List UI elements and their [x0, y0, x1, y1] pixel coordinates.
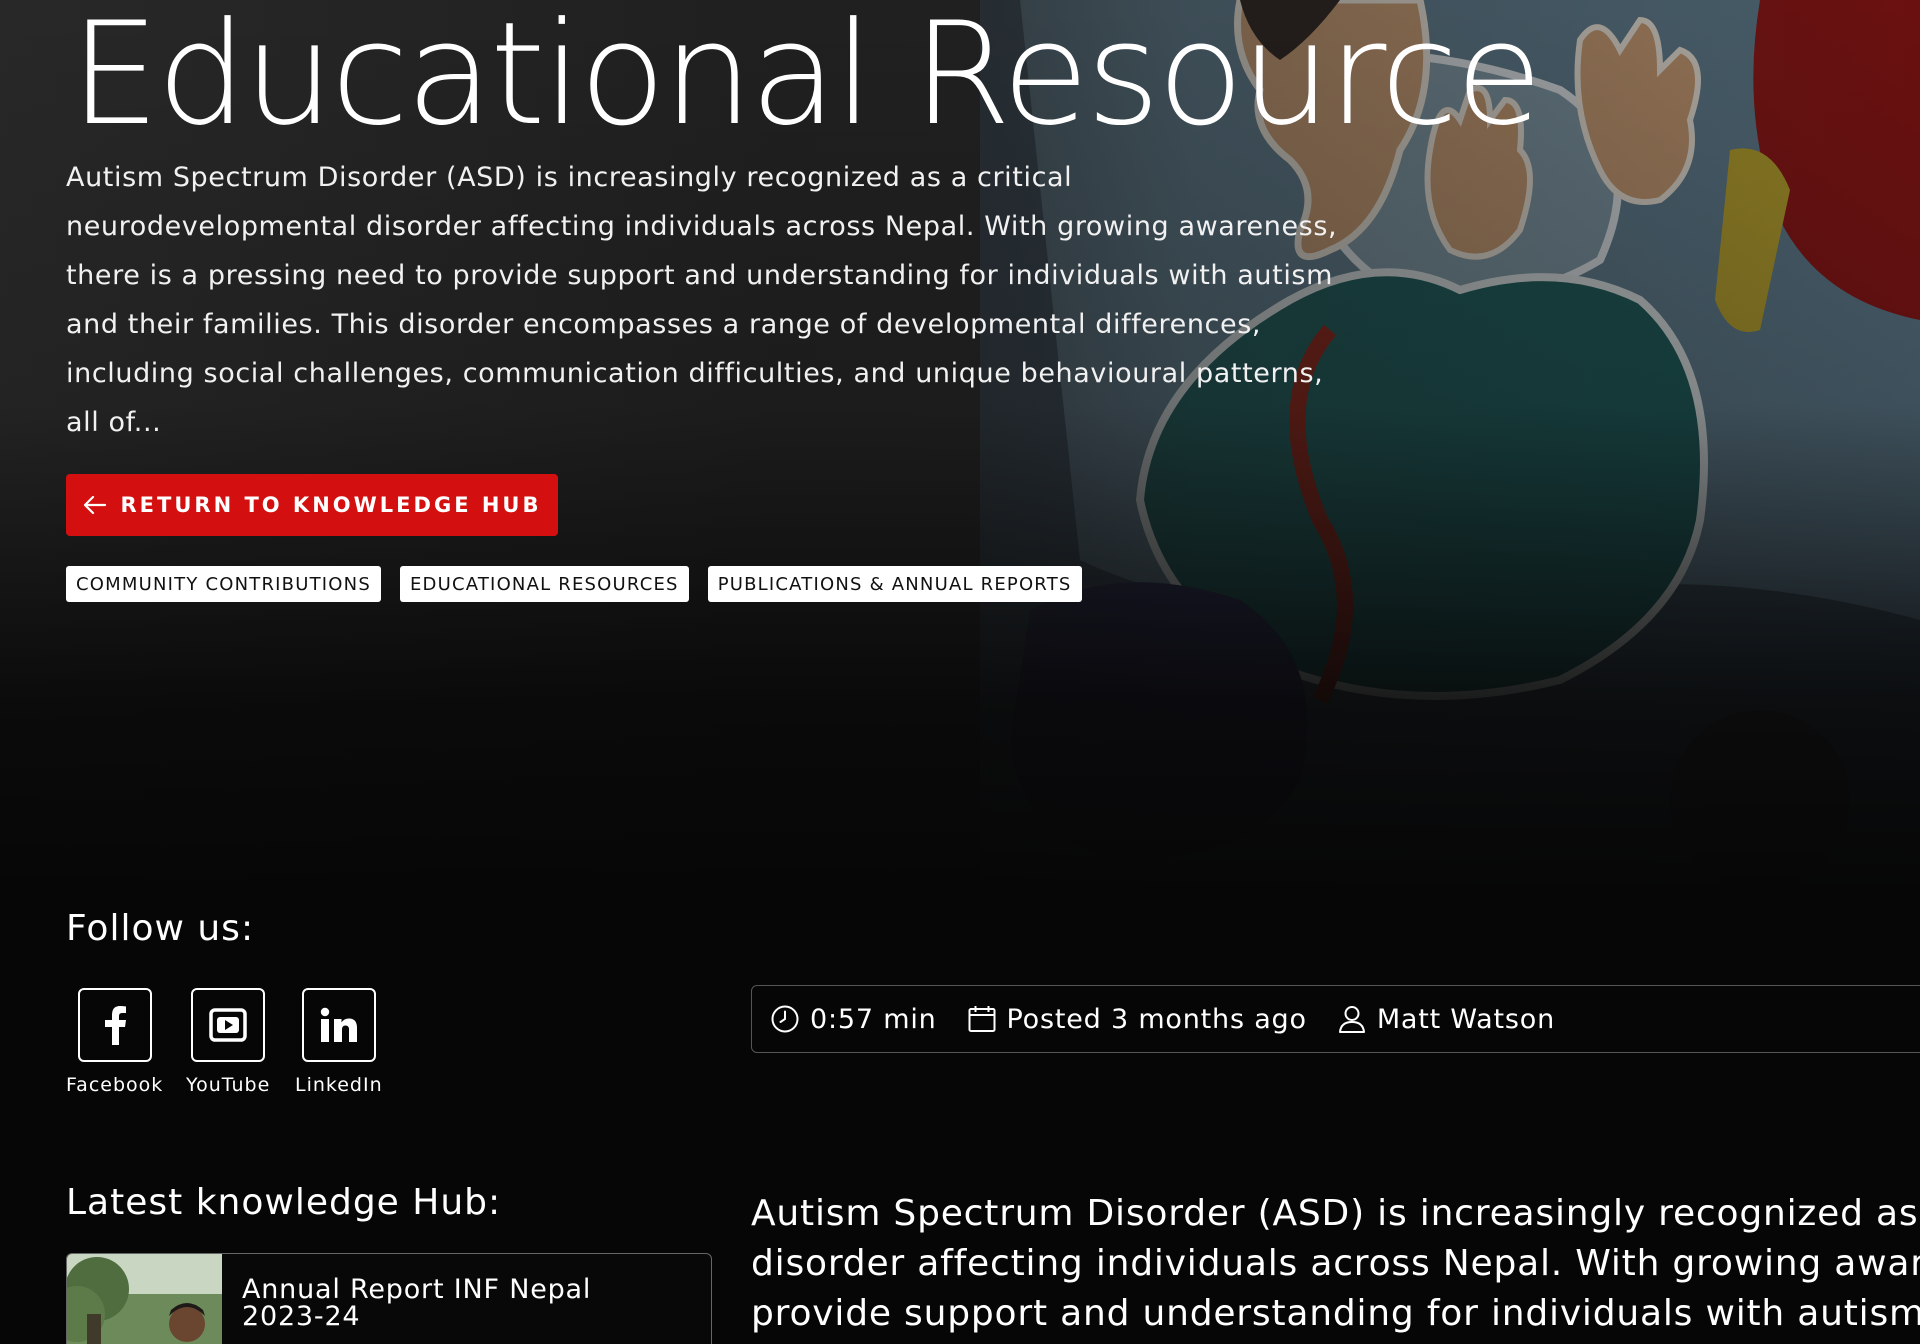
read-time-value: 0:57 min [810, 1003, 937, 1035]
article-line: provide support and understanding for in… [751, 1293, 1920, 1334]
report-thumbnail [67, 1254, 222, 1344]
article-line: Autism Spectrum Disorder (ASD) is increa… [751, 1193, 1920, 1234]
user-icon [1338, 1006, 1365, 1033]
linkedin-label: LinkedIn [295, 1074, 383, 1096]
social-linkedin: LinkedIn [295, 988, 383, 1096]
social-facebook: Facebook [66, 988, 163, 1096]
arrow-left-icon [83, 495, 106, 515]
latest-hub-item-title: Annual Report INF Nepal 2023-24 [222, 1254, 591, 1344]
facebook-label: Facebook [66, 1074, 164, 1096]
linkedin-icon [320, 1007, 357, 1042]
author-name: Matt Watson [1376, 1003, 1556, 1035]
youtube-link[interactable] [191, 988, 266, 1062]
clock-icon [771, 1005, 799, 1033]
youtube-label: YouTube [186, 1074, 271, 1096]
article-line: disorder affecting individuals across Ne… [751, 1243, 1920, 1284]
author: Matt Watson [1337, 1004, 1555, 1035]
return-to-knowledge-hub-button[interactable]: RETURN TO KNOWLEDGE HUB [66, 474, 558, 536]
facebook-link[interactable] [77, 988, 152, 1062]
read-time: 0:57 min [770, 1004, 937, 1035]
tag-publications-annual-reports[interactable]: PUBLICATIONS & ANNUAL REPORTS [707, 566, 1082, 602]
latest-hub-item-title-line1: Annual Report INF Nepal [242, 1274, 592, 1305]
page-title: Educational Resource [70, 0, 1543, 157]
posted-date: Posted 3 months ago [967, 1004, 1307, 1035]
return-button-label: RETURN TO KNOWLEDGE HUB [120, 493, 542, 517]
follow-us-heading: Follow us: [66, 908, 255, 949]
article-body: Autism Spectrum Disorder (ASD) is increa… [751, 1189, 1920, 1339]
calendar-icon [968, 1006, 996, 1032]
tag-educational-resources[interactable]: EDUCATIONAL RESOURCES [399, 566, 689, 602]
posted-date-value: Posted 3 months ago [1006, 1003, 1307, 1035]
tag-list: COMMUNITY CONTRIBUTIONS EDUCATIONAL RESO… [66, 566, 1082, 602]
article-meta-bar: 0:57 min Posted 3 months ago Matt Watson [751, 985, 1920, 1053]
hero-excerpt: Autism Spectrum Disorder (ASD) is increa… [66, 162, 1338, 438]
youtube-icon [209, 1008, 247, 1042]
linkedin-link[interactable] [301, 988, 376, 1062]
social-youtube: YouTube [186, 988, 270, 1096]
latest-hub-heading: Latest knowledge Hub: [66, 1182, 502, 1223]
page: Educational Resource Autism Spectrum Dis… [0, 0, 1920, 1344]
latest-hub-card[interactable]: Annual Report INF Nepal 2023-24 [66, 1253, 712, 1344]
latest-hub-item-title-line2: 2023-24 [242, 1301, 361, 1332]
facebook-icon [104, 1006, 126, 1045]
tag-community-contributions[interactable]: COMMUNITY CONTRIBUTIONS [66, 566, 381, 602]
